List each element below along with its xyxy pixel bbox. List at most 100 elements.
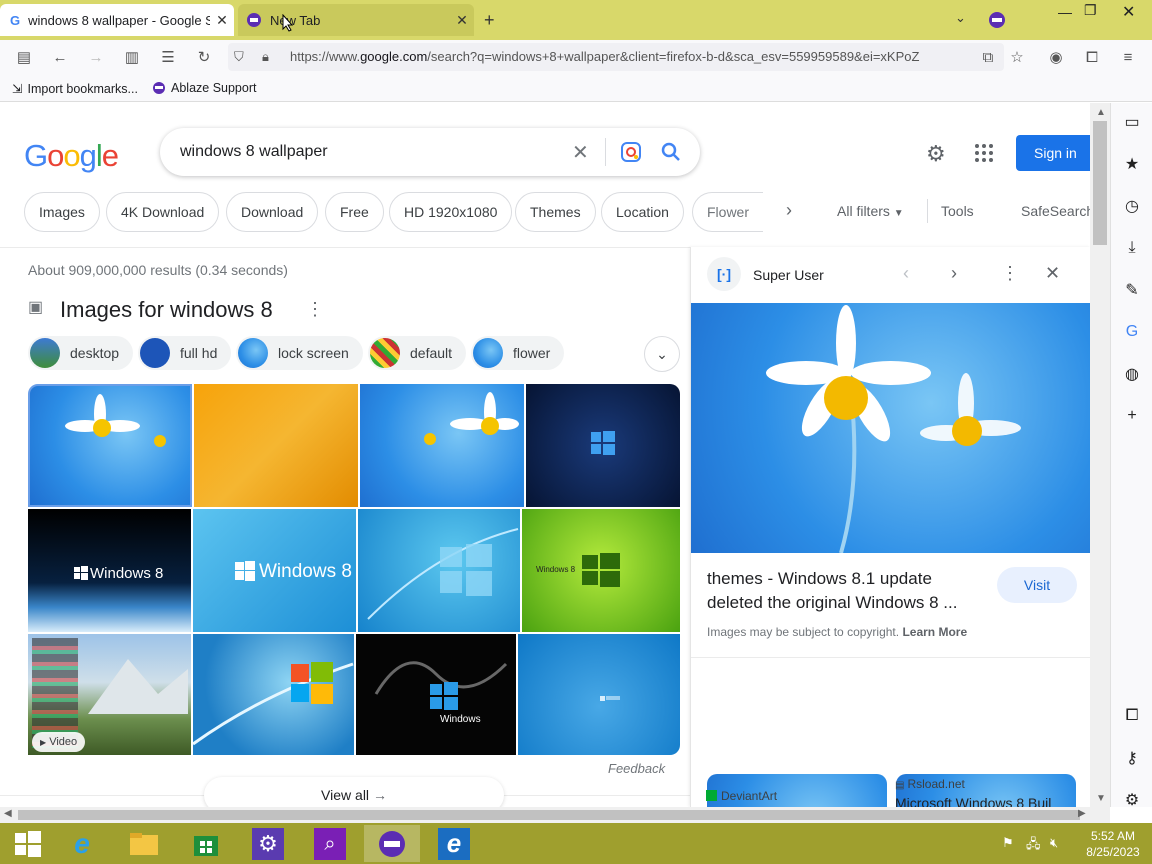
- restore-window-icon[interactable]: ❐: [1084, 2, 1097, 19]
- google-lens-icon[interactable]: [620, 141, 642, 163]
- suggestion-flower[interactable]: flower: [471, 336, 565, 370]
- tab-new-tab[interactable]: New Tab ✕: [238, 4, 474, 36]
- taskbar-file-explorer[interactable]: [116, 825, 172, 862]
- close-window-icon[interactable]: ✕: [1122, 2, 1135, 22]
- taskbar-search[interactable]: ⌕: [302, 825, 358, 862]
- passwords-key-icon[interactable]: ⚷: [1121, 747, 1143, 769]
- suggestion-default[interactable]: default: [368, 336, 467, 370]
- panel-source[interactable]: Super User: [753, 267, 824, 283]
- panel-title[interactable]: themes - Windows 8.1 update deleted the …: [707, 567, 987, 615]
- extensions-puzzle-icon[interactable]: ⧠: [1121, 705, 1143, 727]
- prev-image-chevron-icon[interactable]: ‹: [903, 263, 909, 284]
- media-icon[interactable]: ◍: [1121, 363, 1143, 385]
- scroll-left-icon[interactable]: ◀: [4, 808, 12, 819]
- account-icon[interactable]: ◉: [1044, 45, 1068, 69]
- translate-icon[interactable]: G: [1121, 321, 1143, 343]
- search-box[interactable]: windows 8 wallpaper ✕: [160, 128, 700, 176]
- sidebar-settings-gear-icon[interactable]: ⚙: [1121, 789, 1143, 811]
- more-options-icon[interactable]: ⋮: [306, 299, 324, 320]
- chip-4k-download[interactable]: 4K Download: [106, 192, 220, 232]
- taskbar-store[interactable]: [178, 825, 234, 862]
- expand-suggestions-chevron-icon[interactable]: ⌄: [644, 336, 680, 372]
- all-filters-button[interactable]: All filters ▼: [837, 203, 904, 219]
- new-tab-plus-icon[interactable]: +: [484, 10, 495, 31]
- search-icon[interactable]: [660, 141, 682, 163]
- chip-download[interactable]: Download: [226, 192, 319, 232]
- image-result-daisy[interactable]: [28, 384, 192, 507]
- scroll-thumb[interactable]: [1093, 121, 1107, 245]
- related-title-2[interactable]: Microsoft Windows 8 Buil: [895, 795, 1075, 807]
- action-center-flag-icon[interactable]: ⚑: [1002, 835, 1014, 851]
- forward-button-icon[interactable]: →: [84, 45, 108, 69]
- scroll-up-icon[interactable]: ▲: [1096, 107, 1106, 118]
- suggestion-full-hd[interactable]: full hd: [138, 336, 232, 370]
- chip-themes[interactable]: Themes: [515, 192, 596, 232]
- safesearch-button[interactable]: SafeSearch: [1021, 203, 1094, 219]
- network-icon[interactable]: 🖧︎: [1026, 835, 1041, 857]
- extensions-icon[interactable]: ⧠: [1080, 45, 1104, 69]
- vertical-scrollbar[interactable]: ▲ ▼: [1090, 103, 1110, 807]
- hscroll-thumb[interactable]: [18, 810, 1080, 820]
- downloads-icon[interactable]: ⤓: [1121, 237, 1143, 259]
- view-all-button[interactable]: View all →: [204, 777, 504, 807]
- related-source-1[interactable]: DeviantArt: [706, 789, 777, 803]
- chip-location[interactable]: Location: [601, 192, 684, 232]
- taskbar-ablaze[interactable]: [364, 825, 420, 862]
- learn-more-link[interactable]: Learn More: [902, 625, 967, 639]
- google-logo[interactable]: Google: [24, 138, 119, 174]
- image-result-win8-colorful[interactable]: [193, 634, 354, 755]
- chip-images[interactable]: Images: [24, 192, 100, 232]
- back-button-icon[interactable]: ←: [48, 45, 72, 69]
- feedback-link[interactable]: Feedback: [608, 761, 665, 776]
- image-result-windows-smoke[interactable]: Windows: [356, 634, 516, 755]
- reload-icon[interactable]: ↻: [192, 45, 216, 69]
- related-source-2[interactable]: ▤ Rsload.net: [895, 777, 965, 791]
- url-bar[interactable]: ⛉ 🔒︎ https://www.google.com/search?q=win…: [228, 43, 1004, 71]
- visit-button[interactable]: Visit: [997, 567, 1077, 603]
- reader-view-icon[interactable]: ▥: [120, 45, 144, 69]
- clock[interactable]: 5:52 AM 8/25/2023: [1078, 828, 1148, 860]
- suggestion-lock-screen[interactable]: lock screen: [236, 336, 363, 370]
- tab-google-search[interactable]: G windows 8 wallpaper - Google Search ✕: [0, 4, 234, 36]
- suggestion-desktop[interactable]: desktop: [28, 336, 134, 370]
- ablaze-account-icon[interactable]: [988, 11, 1006, 29]
- tools-button[interactable]: Tools: [941, 203, 974, 219]
- clear-search-icon[interactable]: ✕: [572, 140, 589, 165]
- toolbox-icon[interactable]: ▭: [1121, 111, 1143, 133]
- bookmark-star-icon[interactable]: ☆: [1005, 45, 1029, 69]
- google-apps-icon[interactable]: [974, 143, 994, 163]
- chip-free[interactable]: Free: [325, 192, 384, 232]
- panel-preview-image[interactable]: [691, 303, 1091, 553]
- image-result-orange[interactable]: [194, 384, 358, 507]
- close-panel-icon[interactable]: ✕: [1045, 263, 1060, 284]
- image-result-desktop-mountains[interactable]: ▶ Video: [28, 634, 191, 755]
- image-result-win8-blue[interactable]: Windows 8: [193, 509, 356, 632]
- taskbar-ie-2[interactable]: e: [426, 825, 482, 862]
- pen-icon[interactable]: ✎: [1121, 279, 1143, 301]
- image-result-windows-logo-dark[interactable]: [526, 384, 680, 507]
- image-result-win8-green[interactable]: Windows 8: [522, 509, 680, 632]
- scroll-right-icon[interactable]: ▶: [1078, 808, 1086, 819]
- image-result-win8-plain[interactable]: [518, 634, 680, 755]
- scroll-down-icon[interactable]: ▼: [1096, 793, 1106, 804]
- close-tab-icon[interactable]: ✕: [210, 12, 234, 29]
- volume-muted-icon[interactable]: 🔇︎: [1050, 835, 1058, 851]
- tab-list-icon[interactable]: ☰: [156, 45, 180, 69]
- image-result-win8-swirl[interactable]: [358, 509, 520, 632]
- bookmark-ablaze-support[interactable]: Ablaze Support: [152, 81, 256, 95]
- add-panel-plus-icon[interactable]: +: [1121, 405, 1143, 427]
- sign-in-button[interactable]: Sign in: [1016, 135, 1096, 171]
- lock-icon[interactable]: 🔒︎: [262, 43, 269, 71]
- bookmarks-star-icon[interactable]: ★: [1121, 153, 1143, 175]
- history-clock-icon[interactable]: ◷: [1121, 195, 1143, 217]
- qr-code-icon[interactable]: ⧉: [976, 45, 1000, 69]
- horizontal-scrollbar[interactable]: ◀ ▶: [0, 807, 1110, 823]
- chips-next-chevron-icon[interactable]: ›: [786, 200, 792, 221]
- chip-flower[interactable]: Flower: [692, 192, 764, 232]
- image-result-daisy-2[interactable]: [360, 384, 524, 507]
- taskbar-ie[interactable]: e: [54, 825, 110, 862]
- panel-more-options-icon[interactable]: ⋮: [1001, 263, 1019, 284]
- app-menu-icon[interactable]: ≡: [1116, 45, 1140, 69]
- image-result-win8-earth[interactable]: Windows 8: [28, 509, 191, 632]
- bookmark-import[interactable]: ⇲ Import bookmarks...: [12, 81, 138, 97]
